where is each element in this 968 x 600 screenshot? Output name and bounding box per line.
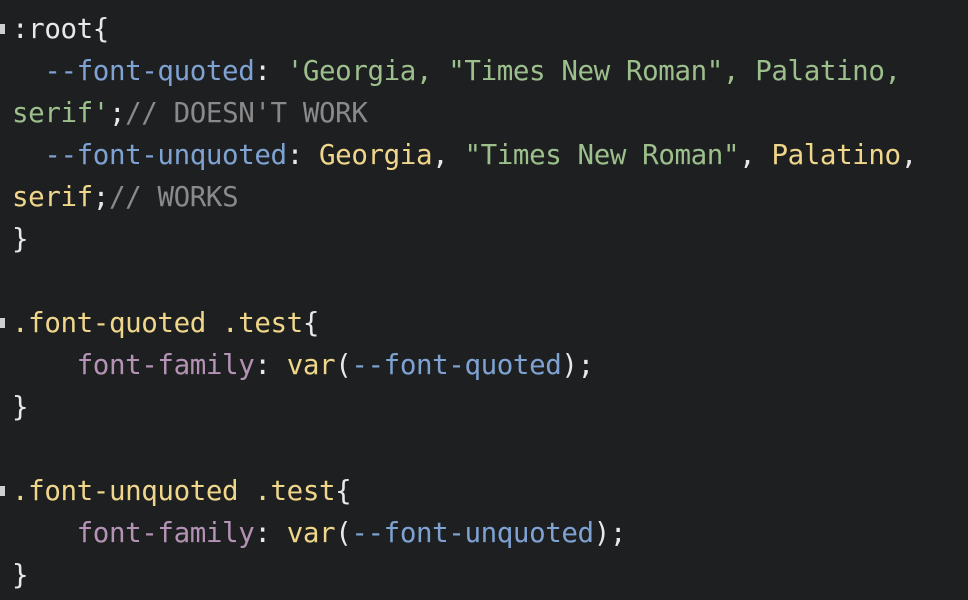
quoted-string-value: 'Georgia, "Times New Roman", Palatino,	[286, 55, 901, 87]
code-line-3: serif';// DOESN'T WORK	[12, 92, 368, 134]
function-var: var	[286, 349, 336, 381]
string-times-new-roman: "Times New Roman"	[464, 139, 740, 171]
fold-marker-font-quoted[interactable]	[0, 318, 5, 328]
custom-property-font-quoted: --font-quoted	[44, 55, 255, 87]
code-editor[interactable]: :root{ --font-quoted: 'Georgia, "Times N…	[0, 0, 968, 600]
code-line-12: .font-unquoted .test{	[12, 470, 352, 512]
close-brace: }	[12, 223, 29, 255]
comment-doesnt-work: // DOESN'T WORK	[125, 97, 368, 129]
open-brace: {	[92, 13, 110, 45]
selector-font-quoted-test: .font-quoted .test	[12, 307, 303, 339]
open-brace: {	[335, 475, 352, 507]
value-serif: serif	[12, 181, 93, 213]
close-paren-semicolon: );	[593, 517, 627, 549]
custom-property-font-unquoted: --font-unquoted	[44, 139, 287, 171]
code-line-4: --font-unquoted: Georgia, "Times New Rom…	[12, 134, 917, 176]
colon: :	[254, 349, 287, 381]
code-line-2: --font-quoted: 'Georgia, "Times New Roma…	[12, 50, 901, 92]
property-font-family: font-family	[76, 349, 255, 381]
open-brace: {	[302, 307, 320, 339]
close-paren-semicolon: );	[561, 349, 594, 381]
comma: ,	[432, 139, 465, 171]
comment-works: // WORKS	[108, 181, 239, 213]
value-palatino: Palatino	[771, 139, 901, 171]
colon: :	[254, 517, 287, 549]
function-var: var	[286, 517, 336, 549]
quoted-string-value-end: serif'	[12, 97, 109, 129]
colon: :	[286, 139, 320, 171]
open-paren: (	[335, 517, 352, 549]
var-reference-font-unquoted: --font-unquoted	[351, 517, 594, 549]
code-line-5: serif;// WORKS	[12, 176, 239, 218]
semicolon: ;	[92, 181, 110, 213]
selector-font-unquoted-test: .font-unquoted .test	[12, 475, 336, 507]
selector-root: :root	[12, 13, 93, 45]
code-line-14: }	[12, 554, 29, 596]
code-line-13: font-family: var(--font-unquoted);	[12, 512, 627, 554]
close-brace: }	[12, 559, 29, 591]
property-font-family: font-family	[76, 517, 255, 549]
code-line-1: :root{	[12, 8, 109, 50]
code-line-10: }	[12, 386, 29, 428]
close-brace: }	[12, 391, 29, 423]
code-line-6: }	[12, 218, 29, 260]
code-line-8: .font-quoted .test{	[12, 302, 319, 344]
code-line-9: font-family: var(--font-quoted);	[12, 344, 594, 386]
fold-marker-root[interactable]	[0, 24, 5, 34]
fold-marker-font-unquoted[interactable]	[0, 486, 5, 496]
comma: ,	[900, 139, 918, 171]
var-reference-font-quoted: --font-quoted	[351, 349, 562, 381]
open-paren: (	[335, 349, 352, 381]
value-georgia: Georgia	[319, 139, 433, 171]
colon: :	[254, 55, 287, 87]
comma: ,	[739, 139, 772, 171]
semicolon: ;	[108, 97, 126, 129]
